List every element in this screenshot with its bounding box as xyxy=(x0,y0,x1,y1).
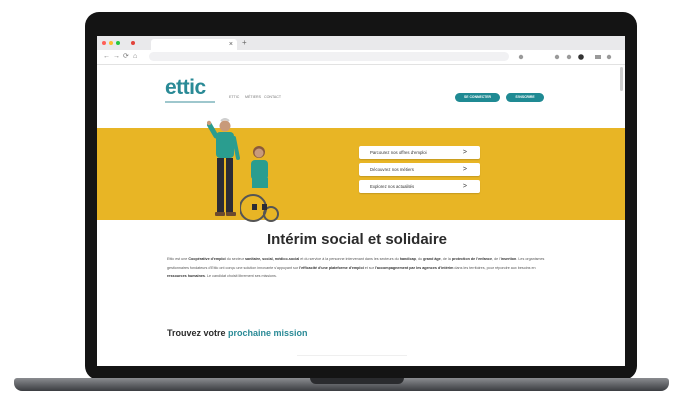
cta-label: Découvrez nos métiers xyxy=(370,167,414,172)
nav-link-ettic[interactable]: ETTIC xyxy=(229,95,239,100)
standing-person-illustration xyxy=(207,118,240,216)
laptop-notch xyxy=(310,378,404,384)
logo-tagline xyxy=(165,101,215,103)
nav-link-metiers[interactable]: MÉTIERS xyxy=(245,95,261,100)
forward-icon[interactable]: → xyxy=(113,52,120,62)
register-button[interactable]: S'INSCRIRE xyxy=(506,93,544,102)
intro-paragraph: Ettic est une Coopérative d'emploi du se… xyxy=(167,257,545,278)
browser-tab[interactable]: × xyxy=(151,39,237,50)
section-heading: Trouvez votre prochaine mission xyxy=(167,328,308,338)
cta-label: Explorez nos actualités xyxy=(370,184,415,189)
chevron-right-icon: > xyxy=(462,166,467,173)
cta-label: Parcourez nos offres d'emploi xyxy=(370,150,427,155)
chevron-right-icon: > xyxy=(462,149,467,156)
page-heading: Intérim social et solidaire xyxy=(266,231,448,248)
site-logo[interactable]: ettic xyxy=(165,77,206,99)
cta-trades-button[interactable]: Découvrez nos métiers > xyxy=(359,163,480,176)
login-button[interactable]: SE CONNECTER xyxy=(455,93,500,102)
minimize-window-dot[interactable] xyxy=(109,41,113,45)
new-tab-icon[interactable]: + xyxy=(242,38,247,48)
cta-news-button[interactable]: Explorez nos actualités > xyxy=(359,180,480,193)
tab-favicon-icon xyxy=(131,41,135,45)
address-bar[interactable] xyxy=(149,52,509,61)
back-icon[interactable]: ← xyxy=(103,52,110,62)
close-window-dot[interactable] xyxy=(102,41,106,45)
browser-toolbar: ← → ⟳ ⌂ xyxy=(97,50,625,65)
cta-job-offers-button[interactable]: Parcourez nos offres d'emploi > xyxy=(359,146,480,159)
tab-close-icon[interactable]: × xyxy=(229,39,233,50)
divider xyxy=(297,355,407,356)
chevron-right-icon: > xyxy=(462,183,467,190)
nav-link-contact[interactable]: CONTACT xyxy=(264,95,281,100)
reload-icon[interactable]: ⟳ xyxy=(123,52,129,62)
wheelchair-person-illustration xyxy=(240,146,279,222)
scrollbar[interactable] xyxy=(620,67,623,91)
browser-tab-bar: × + xyxy=(97,36,625,50)
web-page: ettic ETTIC MÉTIERS CONTACT SE CONNECTER… xyxy=(97,65,625,366)
maximize-window-dot[interactable] xyxy=(116,41,120,45)
laptop-screen: × + ← → ⟳ ⌂ ettic ETTIC MÉTIERS CONTACT … xyxy=(97,36,625,366)
browser-extension-icons[interactable] xyxy=(517,53,617,61)
home-icon[interactable]: ⌂ xyxy=(133,52,137,62)
